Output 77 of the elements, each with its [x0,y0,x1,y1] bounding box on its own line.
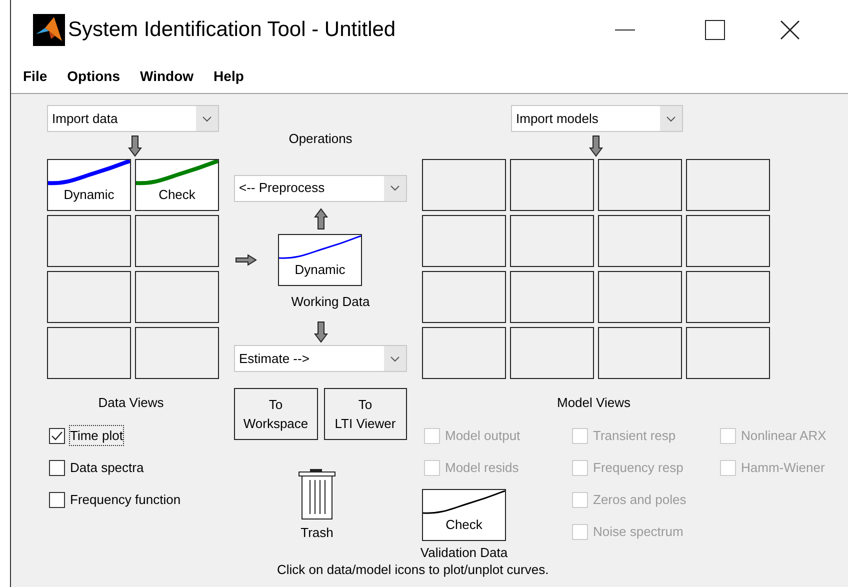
empty-slot[interactable] [47,215,131,267]
empty-slot[interactable] [422,215,506,267]
trash-label: Trash [300,524,334,542]
chevron-down-icon [390,185,400,191]
app-logo-icon [33,14,65,46]
empty-slot[interactable] [422,271,506,323]
checkbox-label: Noise spectrum [593,522,684,541]
empty-slot[interactable] [422,327,506,379]
data-icon[interactable]: Check [422,488,506,540]
empty-slot[interactable] [686,159,770,211]
chevron-down-icon [202,116,212,122]
close-icon [780,20,800,40]
trash-can-icon[interactable] [298,468,336,520]
arrow-right-icon [235,254,257,266]
checkbox-label: Frequency resp [593,458,684,477]
menu-item[interactable]: File [23,66,48,87]
section-title: Model Views [557,394,632,412]
empty-slot[interactable] [598,327,682,379]
dropdown[interactable]: <-- Preprocess [234,174,407,202]
dropdown[interactable]: Import data [47,105,219,132]
export-button[interactable]: To LTI Viewer [324,388,407,440]
empty-slot[interactable] [510,215,594,267]
window-title: System Identification Tool - Untitled [68,17,396,44]
checkbox-label: Hamm-Wiener [741,458,825,477]
data-icon[interactable]: Dynamic [278,234,362,286]
checkbox-label: Data spectra [70,458,144,477]
arrow-down-icon [128,135,142,157]
checkbox-label: Nonlinear ARX [741,426,826,445]
section-title: Data Views [98,394,164,412]
empty-slot[interactable] [686,271,770,323]
chevron-down-icon [666,116,676,122]
empty-slot[interactable] [135,215,219,267]
checkbox[interactable] [49,428,65,444]
export-button[interactable]: To Workspace [234,388,318,440]
dropdown[interactable]: Import models [511,105,683,132]
empty-slot[interactable] [686,215,770,267]
checkmark-icon [51,430,63,440]
checkbox-label: Transient resp [593,426,676,445]
checkbox-label: Zeros and poles [593,490,686,509]
data-label: Check [158,186,196,204]
empty-slot[interactable] [686,327,770,379]
empty-slot[interactable] [422,159,506,211]
data-label: Dynamic [62,186,116,204]
tile-caption: Working Data [291,292,370,311]
checkbox-label: Model resids [445,458,519,477]
data-label: Dynamic [294,260,346,278]
menu-item[interactable]: Options [67,66,120,87]
chevron-down-icon [390,356,400,362]
checkbox-label: Model output [445,426,520,445]
empty-slot[interactable] [47,327,131,379]
maximize-icon [705,20,725,40]
empty-slot[interactable] [598,159,682,211]
empty-slot[interactable] [135,271,219,323]
data-icon[interactable]: Check [135,159,219,211]
checkbox[interactable] [49,492,65,508]
data-label: Check [444,516,484,534]
empty-slot[interactable] [510,271,594,323]
tile-caption: Validation Data [420,544,508,560]
menu-item[interactable]: Window [140,66,194,87]
empty-slot[interactable] [598,271,682,323]
checkbox-label: Frequency function [70,490,181,509]
data-icon[interactable]: Dynamic [47,159,131,211]
empty-slot[interactable] [598,215,682,267]
arrow-down-icon [589,135,603,157]
menu-item[interactable]: Help [214,66,244,87]
dropdown[interactable]: Estimate --> [234,345,407,372]
empty-slot[interactable] [510,159,594,211]
hint-text: Click on data/model icons to plot/unplot curves. [277,562,550,578]
arrow-down-icon [314,321,328,343]
checkbox-label: Time plot [70,426,123,446]
checkbox[interactable] [49,460,65,476]
arrow-up-icon [314,208,328,230]
empty-slot[interactable] [510,327,594,379]
empty-slot[interactable] [135,327,219,379]
minimize-icon [615,29,635,31]
section-title: Operations [288,130,352,148]
empty-slot[interactable] [47,271,131,323]
